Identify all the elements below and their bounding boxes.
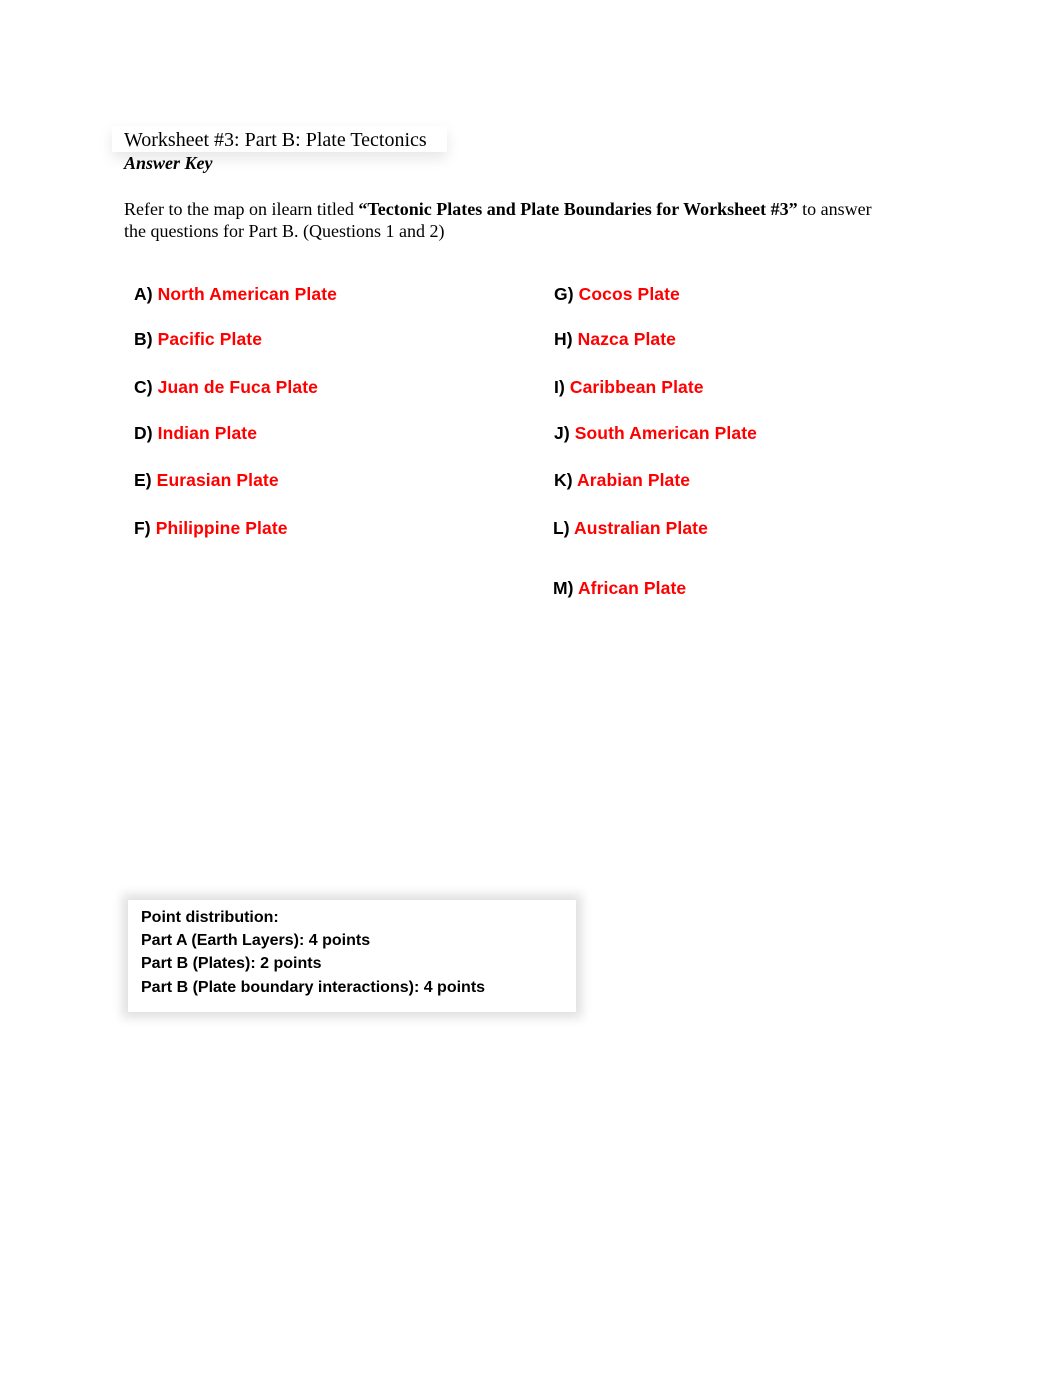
- page-title: Worksheet #3: Part B: Plate Tectonics: [124, 129, 427, 151]
- document-page: Worksheet #3: Part B: Plate Tectonics An…: [0, 0, 1062, 1377]
- point-distribution-heading: Point distribution:: [141, 909, 279, 926]
- intro-line2: the questions for Part B. (Questions 1 a…: [124, 221, 445, 241]
- answer-value: Indian Plate: [157, 423, 258, 443]
- intro-suffix: to answer: [797, 199, 872, 219]
- answer-c: C) Juan de Fuca Plate: [134, 377, 318, 398]
- answer-e: E) Eurasian Plate: [134, 470, 279, 491]
- answer-g: G) Cocos Plate: [554, 284, 680, 305]
- answer-letter: G): [554, 284, 574, 304]
- answer-letter: J): [554, 423, 570, 443]
- answer-letter: F): [134, 518, 151, 538]
- answer-l: L) Australian Plate: [553, 518, 708, 539]
- answer-letter: L): [553, 518, 570, 538]
- answer-value: Arabian Plate: [577, 470, 691, 490]
- answer-letter: H): [554, 329, 573, 349]
- answer-value: Philippine Plate: [155, 518, 288, 538]
- answer-a: A) North American Plate: [134, 284, 337, 305]
- answer-letter: K): [554, 470, 573, 490]
- answer-letter: M): [553, 578, 574, 598]
- intro-paragraph: Refer to the map on ilearn titled “Tecto…: [124, 198, 944, 242]
- answer-value: Australian Plate: [574, 518, 708, 538]
- answer-value: Caribbean Plate: [569, 377, 704, 397]
- answer-f: F) Philippine Plate: [134, 518, 288, 539]
- answer-letter: I): [554, 377, 565, 397]
- answer-value: Pacific Plate: [157, 329, 263, 349]
- map-title: “Tectonic Plates and Plate Boundaries fo…: [358, 199, 798, 219]
- answer-b: B) Pacific Plate: [134, 329, 262, 350]
- answer-h: H) Nazca Plate: [554, 329, 676, 350]
- answer-m: M) African Plate: [553, 578, 686, 599]
- answer-value: South American Plate: [574, 423, 757, 443]
- answer-value: African Plate: [577, 578, 687, 598]
- answer-value: Eurasian Plate: [156, 470, 279, 490]
- page-subtitle: Answer Key: [124, 153, 213, 173]
- answer-d: D) Indian Plate: [134, 423, 257, 444]
- answer-letter: E): [134, 470, 152, 490]
- point-distribution-line: Part B (Plate boundary interactions): 4 …: [141, 979, 486, 996]
- answer-value: Cocos Plate: [578, 284, 680, 304]
- answer-letter: D): [134, 423, 153, 443]
- answer-letter: A): [134, 284, 153, 304]
- answer-value: Nazca Plate: [577, 329, 677, 349]
- answer-letter: B): [134, 329, 153, 349]
- answer-value: North American Plate: [157, 284, 337, 304]
- answer-j: J) South American Plate: [554, 423, 757, 444]
- answer-letter: C): [134, 377, 153, 397]
- answer-k: K) Arabian Plate: [554, 470, 690, 491]
- point-distribution-line: Part A (Earth Layers): 4 points: [141, 932, 371, 949]
- answer-value: Juan de Fuca Plate: [157, 377, 318, 397]
- point-distribution-line: Part B (Plates): 2 points: [141, 955, 322, 972]
- intro-prefix: Refer to the map on ilearn titled: [124, 199, 359, 219]
- answer-i: I) Caribbean Plate: [554, 377, 704, 398]
